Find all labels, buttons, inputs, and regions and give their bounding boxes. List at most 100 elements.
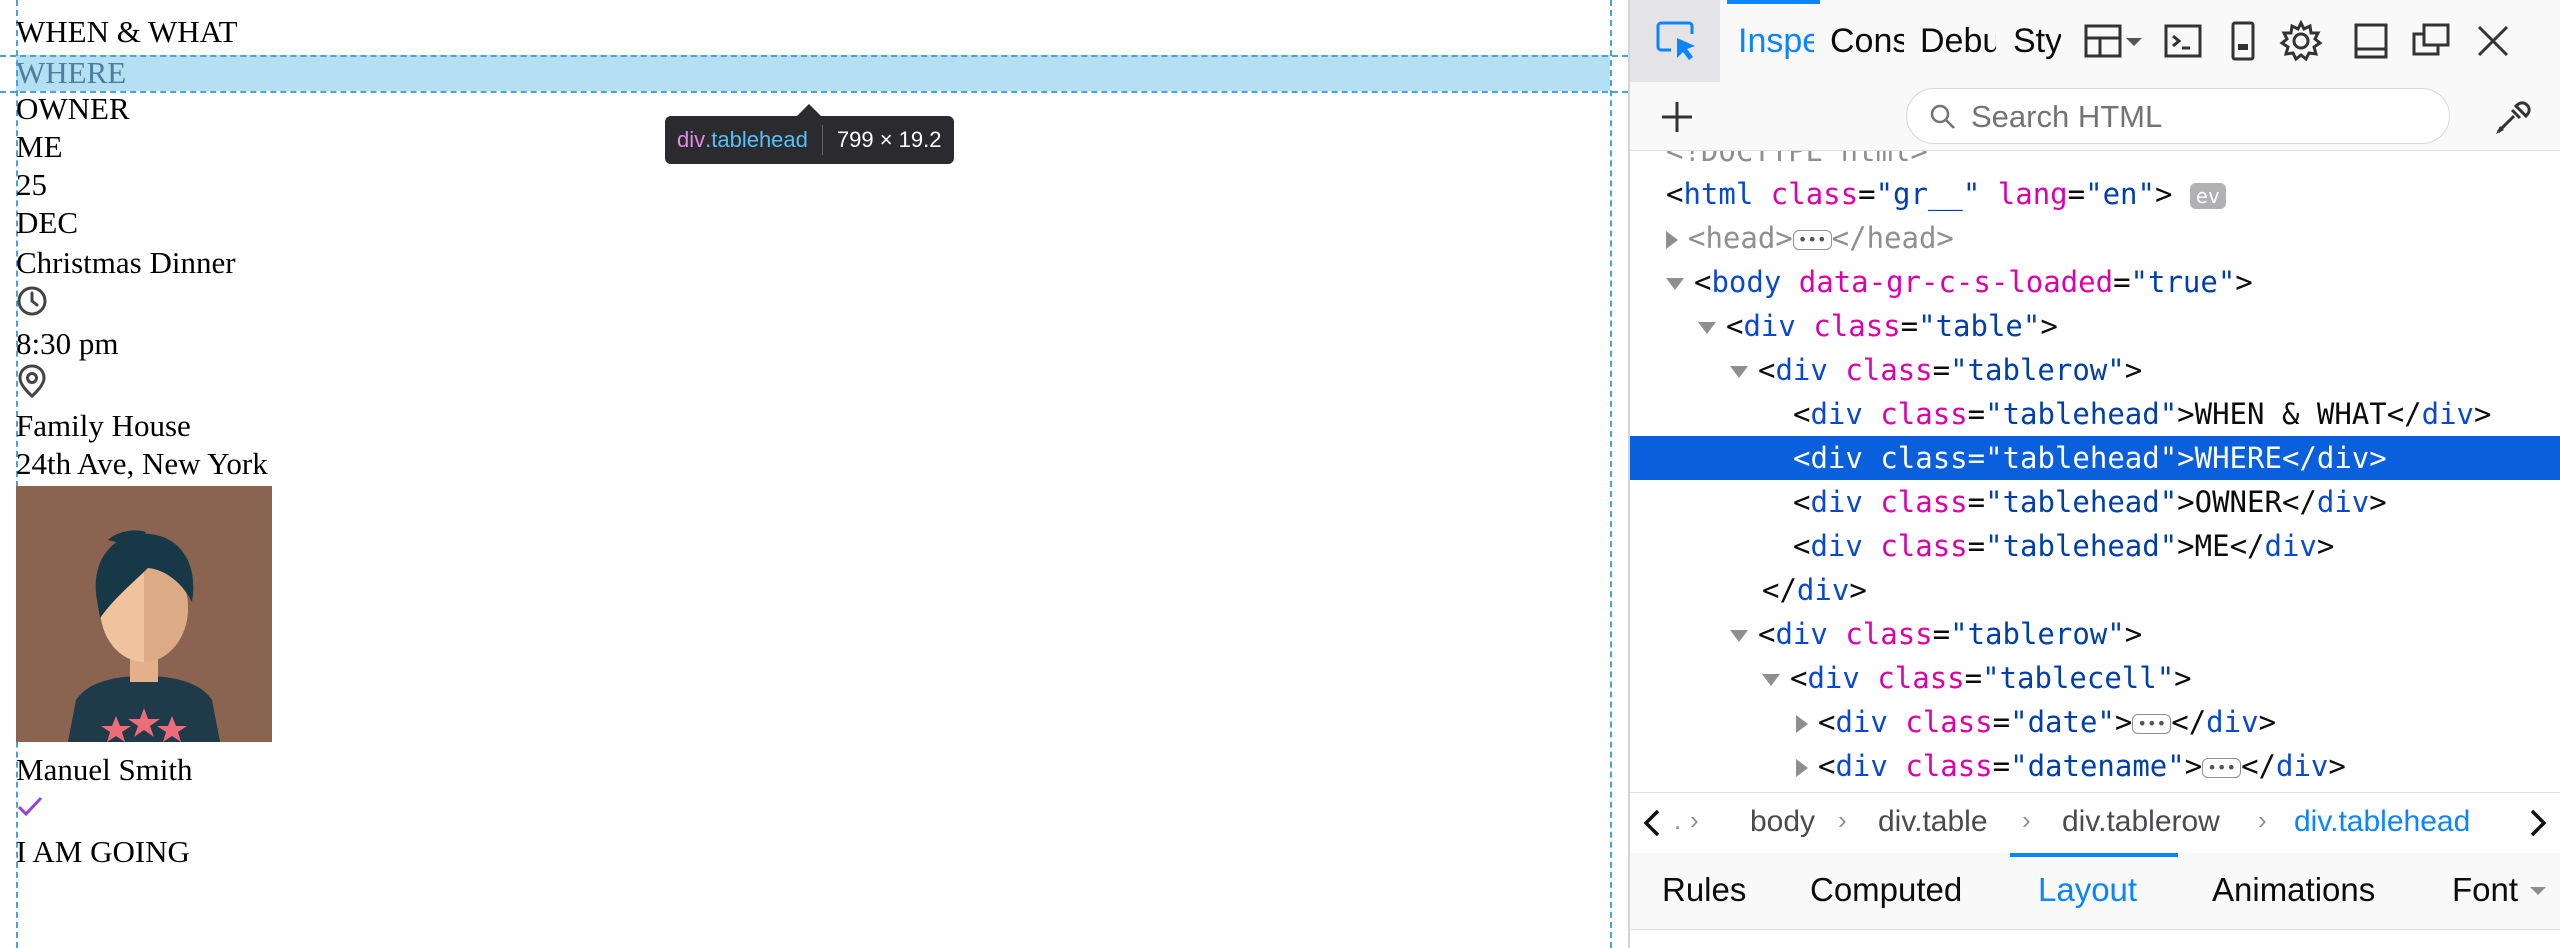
markup-html-node[interactable]: <html class="gr__" lang="en"> ev	[1630, 172, 2560, 216]
markup-view: <!DOCTYPE html> <html class="gr__" lang=…	[1630, 151, 2560, 791]
markup-tablehead-where-selected[interactable]: <div class="tablehead">WHERE</div>	[1630, 436, 2560, 480]
markup-table-node[interactable]: <div class="table">	[1630, 304, 2560, 348]
tab-computed[interactable]: Computed	[1810, 871, 1962, 909]
chevron-right-icon[interactable]	[2526, 807, 2550, 839]
breadcrumb-overflow: .	[1674, 805, 1682, 835]
breadcrumb-body[interactable]: body	[1750, 805, 1815, 839]
expand-triangle-icon[interactable]	[1796, 759, 1808, 777]
element-dimensions-tooltip: div .tablehead 799 × 19.2	[665, 104, 954, 164]
body-attr-value: "true"	[2130, 265, 2236, 299]
breadcrumb-div-tablehead[interactable]: div.tablehead	[2294, 805, 2470, 839]
markup-datename-node[interactable]: <div class="datename"> ••• </div>	[1630, 744, 2560, 788]
class-value-tablerow: "tablerow"	[1950, 353, 2125, 387]
collapsed-ellipsis-icon[interactable]: •••	[2132, 714, 2172, 734]
page-viewport: WHERE WHEN & WHAT OWNER ME 25 DEC Christ…	[0, 0, 1628, 948]
class-value-table: "table"	[1918, 309, 2041, 343]
dock-bottom-icon[interactable]	[2348, 18, 2394, 64]
search-html-input[interactable]	[1969, 97, 2433, 137]
body-attr-name: data-gr-c-s-loaded	[1798, 265, 2114, 299]
breadcrumb-div-table[interactable]: div.table	[1878, 805, 1988, 839]
tab-fonts[interactable]: Font	[2452, 871, 2518, 909]
markup-tablecell-node[interactable]: <div class="tablecell">	[1630, 656, 2560, 700]
tooltip-tag: div	[677, 127, 706, 152]
chevron-left-icon[interactable]	[1640, 807, 1664, 839]
tab-console[interactable]: Cons	[1830, 18, 1904, 64]
class-value-tablerow: "tablerow"	[1950, 617, 2125, 651]
collapsed-ellipsis-icon[interactable]: •••	[2202, 758, 2242, 778]
devtools-toolbar: Inspe Cons Debu Sty	[1630, 0, 2560, 83]
separate-window-icon[interactable]	[2408, 18, 2454, 64]
header-me: ME	[16, 129, 63, 164]
tab-layout[interactable]: Layout	[2038, 871, 2137, 909]
markup-head-node[interactable]: <head> ••• </head>	[1630, 216, 2560, 260]
tooltip-dimensions: 799 × 19.2	[836, 127, 942, 152]
markup-date-node[interactable]: <div class="date"> ••• </div>	[1630, 700, 2560, 744]
body-tag-name: body	[1711, 265, 1782, 299]
breadcrumb-separator: ›	[1838, 805, 1847, 835]
markup-tablerow-close[interactable]: </div>	[1630, 568, 2560, 612]
head-close-tag: </head>	[1831, 221, 1954, 255]
layout-menu-icon[interactable]	[2080, 18, 2126, 64]
node-text-where: WHERE	[2194, 441, 2282, 475]
markup-tablerow-node[interactable]: <div class="tablerow">	[1630, 348, 2560, 392]
highlighted-tablehead[interactable]: WHERE	[16, 55, 1610, 91]
chevron-down-icon[interactable]	[2526, 883, 2550, 899]
html-tag-name: html	[1683, 177, 1754, 211]
tab-debugger[interactable]: Debu	[1920, 18, 1996, 64]
owner-avatar	[16, 486, 272, 742]
expand-triangle-icon[interactable]	[1796, 715, 1808, 733]
markup-tablehead-me[interactable]: <div class="tablehead">ME</div>	[1630, 524, 2560, 568]
date-day: 25	[16, 167, 47, 202]
class-value-date: "date"	[2010, 705, 2115, 739]
event-badge[interactable]: ev	[2189, 183, 2226, 209]
add-node-plus-icon[interactable]	[1658, 98, 1696, 136]
collapse-triangle-icon[interactable]	[1666, 278, 1684, 290]
guide-line-bottom	[0, 91, 1628, 93]
class-attr-name: class	[1905, 749, 1993, 783]
tab-rules[interactable]: Rules	[1662, 871, 1746, 909]
node-text-me: ME	[2194, 529, 2230, 563]
owner-name: Manuel Smith	[16, 752, 193, 787]
eyedropper-icon[interactable]	[2490, 96, 2534, 138]
class-attr-name: class	[1880, 485, 1968, 519]
search-html-box[interactable]	[1906, 88, 2450, 144]
collapsed-ellipsis-icon[interactable]: •••	[1792, 230, 1832, 250]
doctype-text: <!DOCTYPE html>	[1666, 151, 1928, 168]
breadcrumb-div-tablerow[interactable]: div.tablerow	[2062, 805, 2220, 839]
collapse-triangle-icon[interactable]	[1730, 630, 1748, 642]
location-address: 24th Ave, New York	[16, 446, 268, 481]
collapse-triangle-icon[interactable]	[1698, 322, 1716, 334]
div-tag-name: div	[1743, 309, 1796, 343]
tab-animations[interactable]: Animations	[2212, 871, 2375, 909]
div-close-tag: div	[1796, 573, 1850, 607]
chevron-down-icon[interactable]	[2122, 18, 2146, 64]
markup-tablerow-node-2[interactable]: <div class="tablerow">	[1630, 612, 2560, 656]
collapse-triangle-icon[interactable]	[1762, 674, 1780, 686]
location-name: Family House	[16, 408, 191, 443]
expand-triangle-icon[interactable]	[1666, 231, 1678, 249]
div-close-tag: div	[2316, 485, 2370, 519]
markup-body-node[interactable]: <body data-gr-c-s-loaded="true">	[1630, 260, 2560, 304]
div-tag-name: div	[1775, 617, 1828, 651]
class-attr-name: class	[1813, 309, 1901, 343]
console-drawer-icon[interactable]	[2160, 18, 2206, 64]
class-attr-name: class	[1845, 617, 1933, 651]
tab-inspector[interactable]: Inspe	[1738, 18, 1814, 64]
markup-doctype[interactable]: <!DOCTYPE html>	[1666, 151, 2560, 173]
active-sidebar-tab-indicator	[2010, 853, 2178, 857]
inspector-toolbar	[1630, 82, 2560, 151]
date-month: DEC	[16, 205, 78, 240]
responsive-mode-icon[interactable]	[2220, 18, 2266, 64]
tab-style-editor[interactable]: Sty	[2013, 18, 2061, 64]
settings-gear-icon[interactable]	[2278, 18, 2324, 64]
class-value-datename: "datename"	[2010, 749, 2185, 783]
markup-tablehead-when-what[interactable]: <div class="tablehead">WHEN & WHAT</div>	[1630, 392, 2560, 436]
close-icon[interactable]	[2470, 18, 2516, 64]
element-picker-button[interactable]	[1630, 0, 1720, 82]
markup-tablehead-owner[interactable]: <div class="tablehead">OWNER</div>	[1630, 480, 2560, 524]
tooltip-separator	[821, 125, 823, 155]
location-pin-icon	[18, 364, 46, 398]
guide-line-top	[0, 55, 1628, 57]
div-tag-name: div	[1810, 485, 1863, 519]
collapse-triangle-icon[interactable]	[1730, 366, 1748, 378]
